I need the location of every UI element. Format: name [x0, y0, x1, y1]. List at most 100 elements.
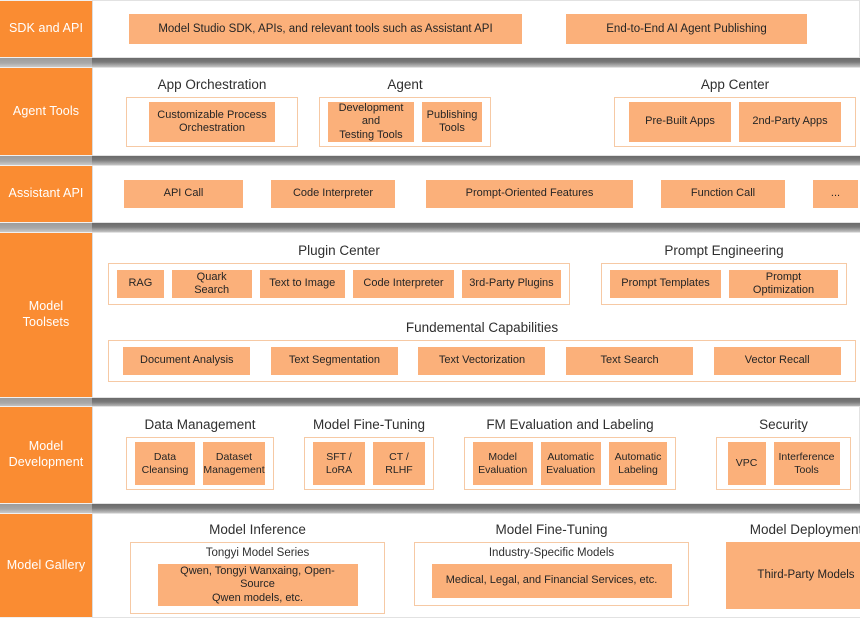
group-box-prompt-engineering: Prompt Templates Prompt Optimization — [601, 263, 847, 305]
nested-box-industry-specific-models: Industry-Specific Models Medical, Legal,… — [414, 542, 689, 606]
separator-1 — [0, 58, 860, 67]
chip-data-cleansing[interactable]: Data Cleansing — [135, 442, 195, 485]
model-toolsets-lower-groups: Fundemental Capabilities Document Analys… — [101, 320, 856, 382]
group-box-app-orchestration: Customizable Process Orchestration — [126, 97, 298, 147]
separator-right-segment — [92, 156, 860, 165]
group-title-model-fine-tuning: Model Fine-Tuning — [312, 417, 426, 432]
chip-code-interpreter-plugin[interactable]: Code Interpreter — [353, 270, 454, 298]
row-assistant-api: Assistant API API Call Code Interpreter … — [0, 165, 860, 223]
row-sdk-and-api: SDK and API Model Studio SDK, APIs, and … — [0, 0, 860, 58]
chip-text-vectorization[interactable]: Text Vectorization — [418, 347, 546, 375]
group-plugin-center: Plugin Center RAG Quark Search Text to I… — [108, 243, 570, 305]
sidebar-label-assistant-api: Assistant API — [0, 165, 92, 223]
chip-medical-legal-financial[interactable]: Medical, Legal, and Financial Services, … — [431, 564, 672, 598]
chip-more-ellipsis[interactable]: ... — [813, 180, 858, 208]
row-model-gallery: Model Gallery Model Inference Tongyi Mod… — [0, 513, 860, 618]
model-gallery-group-list: Model Inference Tongyi Model Series Qwen… — [101, 519, 860, 614]
separator-right-segment — [92, 58, 860, 67]
nested-box-tongyi-model-series: Tongyi Model Series Qwen, Tongyi Wanxain… — [130, 542, 385, 614]
chip-rag[interactable]: RAG — [117, 270, 164, 298]
group-data-management: Data Management Data Cleansing Dataset M… — [126, 417, 274, 490]
chip-interference-tools[interactable]: Interference Tools — [773, 442, 840, 485]
chip-model-studio-sdk[interactable]: Model Studio SDK, APIs, and relevant too… — [129, 14, 522, 44]
group-box-model-fine-tuning: SFT / LoRA CT / RLHF — [304, 437, 434, 490]
separator-5 — [0, 504, 860, 513]
chip-2nd-party-apps[interactable]: 2nd-Party Apps — [739, 102, 841, 142]
chip-third-party-models[interactable]: Third-Party Models — [726, 542, 860, 609]
separator-left-segment — [0, 223, 92, 232]
group-box-plugin-center: RAG Quark Search Text to Image Code Inte… — [108, 263, 570, 305]
chip-prompt-optimization[interactable]: Prompt Optimization — [728, 270, 838, 298]
chip-code-interpreter[interactable]: Code Interpreter — [271, 180, 395, 208]
group-security: Security VPC Interference Tools — [716, 417, 851, 490]
row-agent-tools: Agent Tools App Orchestration Customizab… — [0, 67, 860, 156]
chip-sft-lora[interactable]: SFT / LoRA — [313, 442, 365, 485]
model-development-group-list: Data Management Data Cleansing Dataset M… — [101, 413, 851, 490]
row-content-agent-tools: App Orchestration Customizable Process O… — [92, 67, 860, 156]
architecture-diagram: SDK and API Model Studio SDK, APIs, and … — [0, 0, 860, 618]
group-title-plugin-center: Plugin Center — [298, 243, 380, 258]
nested-title-industry-specific-models: Industry-Specific Models — [488, 547, 615, 559]
group-fm-evaluation-and-labeling: FM Evaluation and Labeling Model Evaluat… — [464, 417, 676, 490]
group-title-agent: Agent — [387, 77, 423, 92]
chip-ct-rlhf[interactable]: CT / RLHF — [373, 442, 425, 485]
chip-publishing-tools[interactable]: Publishing Tools — [422, 102, 482, 142]
group-agent: Agent Development and Testing Tools Publ… — [319, 77, 491, 147]
group-model-inference: Model Inference Tongyi Model Series Qwen… — [130, 522, 385, 614]
group-title-data-management: Data Management — [144, 417, 256, 432]
group-title-app-center: App Center — [700, 77, 770, 92]
chip-function-call[interactable]: Function Call — [661, 180, 785, 208]
separator-right-segment — [92, 504, 860, 513]
separator-3 — [0, 223, 860, 232]
group-title-model-fine-tuning-gallery: Model Fine-Tuning — [495, 522, 608, 537]
sdk-chip-list: Model Studio SDK, APIs, and relevant too… — [107, 14, 845, 44]
group-box-security: VPC Interference Tools — [716, 437, 851, 490]
chip-quark-search[interactable]: Quark Search — [171, 270, 252, 298]
group-title-model-inference: Model Inference — [209, 522, 306, 537]
row-content-sdk-and-api: Model Studio SDK, APIs, and relevant too… — [92, 0, 860, 58]
group-box-data-management: Data Cleansing Dataset Management — [126, 437, 274, 490]
group-title-prompt-engineering: Prompt Engineering — [664, 243, 784, 258]
chip-text-to-image[interactable]: Text to Image — [259, 270, 345, 298]
chip-document-analysis[interactable]: Document Analysis — [123, 347, 251, 375]
row-content-model-toolsets: Plugin Center RAG Quark Search Text to I… — [92, 232, 860, 398]
sidebar-label-agent-tools: Agent Tools — [0, 67, 92, 156]
chip-model-evaluation[interactable]: Model Evaluation — [472, 442, 533, 485]
group-box-agent: Development and Testing Tools Publishing… — [319, 97, 491, 147]
chip-pre-built-apps[interactable]: Pre-Built Apps — [629, 102, 731, 142]
chip-automatic-labeling[interactable]: Automatic Labeling — [608, 442, 668, 485]
group-prompt-engineering: Prompt Engineering Prompt Templates Prom… — [601, 243, 847, 305]
group-title-fm-evaluation-and-labeling: FM Evaluation and Labeling — [486, 417, 654, 432]
group-fundemental-capabilities: Fundemental Capabilities Document Analys… — [108, 320, 856, 382]
group-model-fine-tuning: Model Fine-Tuning SFT / LoRA CT / RLHF — [304, 417, 434, 490]
chip-prompt-templates[interactable]: Prompt Templates — [610, 270, 721, 298]
chip-text-segmentation[interactable]: Text Segmentation — [270, 347, 398, 375]
group-title-model-deployment: Model Deployment — [749, 522, 860, 537]
chip-development-and-testing-tools[interactable]: Development and Testing Tools — [328, 102, 414, 142]
chip-vector-recall[interactable]: Vector Recall — [713, 347, 841, 375]
separator-right-segment — [92, 223, 860, 232]
separator-left-segment — [0, 504, 92, 513]
chip-api-call[interactable]: API Call — [124, 180, 243, 208]
row-content-assistant-api: API Call Code Interpreter Prompt-Oriente… — [92, 165, 860, 223]
row-content-model-development: Data Management Data Cleansing Dataset M… — [92, 406, 860, 504]
chip-prompt-oriented-features[interactable]: Prompt-Oriented Features — [426, 180, 633, 208]
group-app-center: App Center Pre-Built Apps 2nd-Party Apps — [614, 77, 856, 147]
agent-tools-group-list: App Orchestration Customizable Process O… — [103, 74, 856, 147]
model-toolsets-upper-groups: Plugin Center RAG Quark Search Text to I… — [101, 243, 856, 305]
separator-left-segment — [0, 156, 92, 165]
chip-qwen-models[interactable]: Qwen, Tongyi Wanxaing, Open-Source Qwen … — [157, 564, 358, 606]
chip-automatic-evaluation[interactable]: Automatic Evaluation — [540, 442, 601, 485]
chip-vpc[interactable]: VPC — [727, 442, 766, 485]
separator-left-segment — [0, 58, 92, 67]
chip-end-to-end-ai-agent-publishing[interactable]: End-to-End AI Agent Publishing — [566, 14, 807, 44]
group-title-fundemental-capabilities: Fundemental Capabilities — [405, 320, 559, 335]
chip-text-search[interactable]: Text Search — [566, 347, 694, 375]
sidebar-label-model-development: Model Development — [0, 406, 92, 504]
sidebar-label-model-toolsets: Model Toolsets — [0, 232, 92, 398]
chip-customizable-process-orchestration[interactable]: Customizable Process Orchestration — [149, 102, 275, 142]
row-model-development: Model Development Data Management Data C… — [0, 406, 860, 504]
chip-3rd-party-plugins[interactable]: 3rd-Party Plugins — [461, 270, 561, 298]
chip-dataset-management[interactable]: Dataset Management — [203, 442, 265, 485]
group-title-app-orchestration: App Orchestration — [157, 77, 267, 92]
